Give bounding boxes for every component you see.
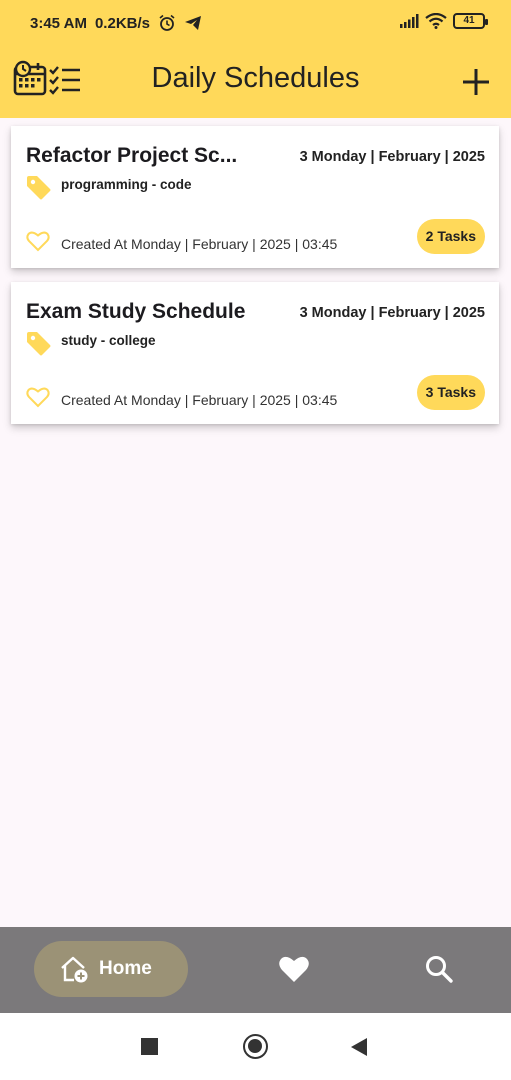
app-header: 3:45 AM 0.2KB/s 41 Daily Schedules	[0, 0, 511, 118]
schedule-title: Refactor Project Sc...	[26, 144, 238, 167]
task-count-badge[interactable]: 3 Tasks	[416, 375, 485, 410]
recent-apps-icon[interactable]	[141, 1038, 158, 1055]
app-bar: Daily Schedules	[0, 48, 511, 118]
telegram-icon	[185, 16, 201, 30]
status-time: 3:45 AM	[30, 14, 87, 32]
home-add-icon	[61, 956, 88, 983]
home-circle-icon[interactable]	[243, 1034, 268, 1059]
nav-item-search[interactable]	[424, 954, 454, 984]
favorite-heart-icon[interactable]	[26, 386, 50, 408]
system-navigation-bar	[0, 1013, 511, 1080]
wifi-icon	[425, 13, 447, 29]
schedule-tags: study - college	[61, 333, 156, 348]
schedule-card[interactable]: Refactor Project Sc... 3 Monday | Februa…	[11, 126, 499, 268]
status-net-speed: 0.2KB/s	[94, 14, 150, 32]
search-icon	[426, 956, 453, 983]
schedule-date: 3 Monday | February | 2025	[299, 149, 485, 165]
tag-icon	[27, 332, 51, 356]
schedule-title: Exam Study Schedule	[26, 300, 246, 323]
page-title: Daily Schedules	[151, 62, 360, 94]
battery-level: 41	[463, 15, 475, 26]
schedule-created-at: Created At Monday | February | 2025 | 03…	[61, 392, 338, 408]
bottom-navigation: Home	[0, 927, 511, 1013]
add-schedule-button[interactable]	[458, 64, 494, 100]
status-right: 41	[399, 13, 488, 29]
tag-icon	[27, 176, 51, 200]
schedule-tags: programming - code	[61, 177, 192, 192]
nav-item-favorites[interactable]	[278, 954, 310, 984]
status-left: 3:45 AM 0.2KB/s	[30, 14, 202, 32]
signal-icon	[400, 14, 419, 28]
alarm-icon	[159, 14, 175, 31]
schedule-created-at: Created At Monday | February | 2025 | 03…	[61, 236, 338, 252]
schedule-date: 3 Monday | February | 2025	[299, 305, 485, 321]
favorite-heart-icon[interactable]	[26, 230, 50, 252]
schedule-card[interactable]: Exam Study Schedule 3 Monday | February …	[11, 282, 499, 424]
status-bar: 3:45 AM 0.2KB/s 41	[0, 0, 511, 48]
task-count-badge[interactable]: 2 Tasks	[416, 219, 485, 254]
plus-icon	[463, 69, 489, 95]
battery-icon: 41	[453, 13, 488, 29]
nav-item-home[interactable]: Home	[34, 941, 188, 997]
back-icon[interactable]	[350, 1037, 368, 1057]
heart-icon	[279, 956, 309, 982]
nav-item-home-label: Home	[99, 958, 152, 979]
